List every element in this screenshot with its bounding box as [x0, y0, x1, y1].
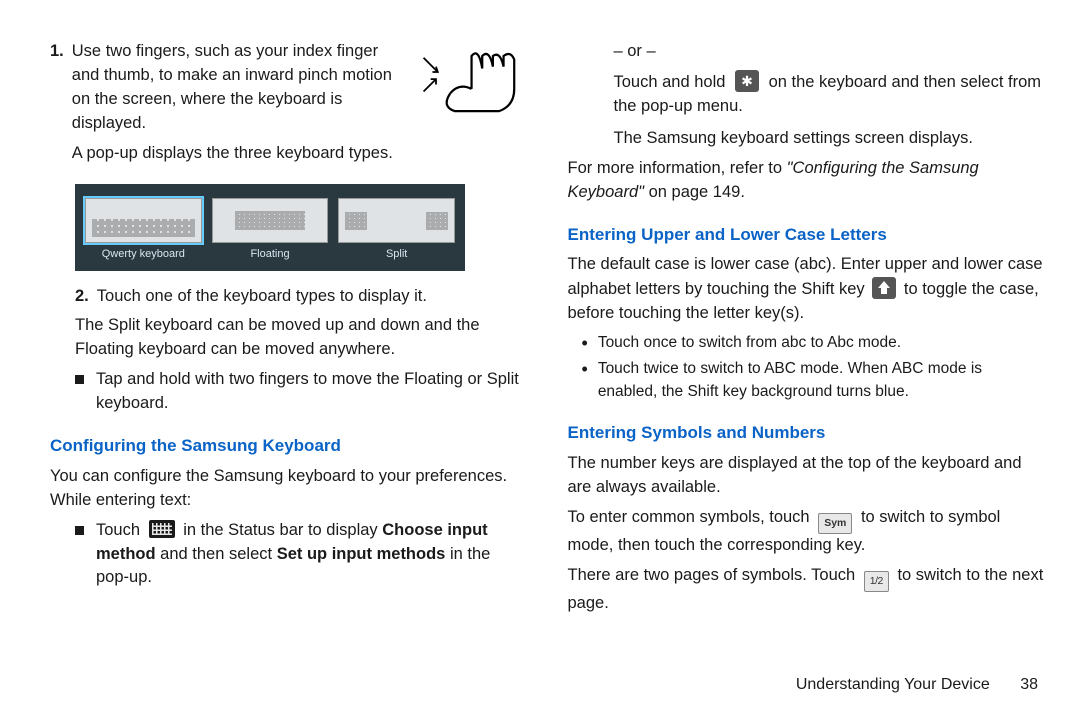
kb-option-floating: Floating — [212, 198, 329, 263]
page-footer: Understanding Your Device 38 — [796, 673, 1038, 696]
step-2-sub-bullet: Tap and hold with two fingers to move th… — [75, 368, 528, 416]
step-number: 2. — [75, 285, 89, 309]
sym-key-icon: Sym — [818, 513, 852, 534]
left-column: 1. Use two fingers, such as your — [50, 40, 528, 622]
shift-arrow-icon — [872, 277, 896, 299]
gear-icon — [735, 70, 759, 92]
square-bullet-icon — [75, 526, 84, 535]
case-bullet-2: Touch twice to switch to ABC mode. When … — [582, 358, 1046, 403]
config-option-statusbar: Touch in the Status bar to display Choos… — [75, 519, 528, 591]
case-bullet-1: Touch once to switch from abc to Abc mod… — [582, 332, 1046, 355]
configuring-intro: You can configure the Samsung keyboard t… — [50, 465, 528, 513]
kb-option-qwerty: Qwerty keyboard — [85, 198, 202, 263]
square-bullet-icon — [75, 375, 84, 384]
footer-section: Understanding Your Device — [796, 676, 990, 693]
or-divider: – or – — [614, 40, 1046, 64]
pinch-hand-illustration — [408, 40, 528, 128]
symbols-p1: The number keys are displayed at the top… — [568, 452, 1046, 500]
page-toggle-icon: 1/2 — [864, 571, 889, 592]
step-2: 2. Touch one of the keyboard types to di… — [75, 285, 528, 309]
step-number: 1. — [50, 40, 64, 166]
heading-symbols: Entering Symbols and Numbers — [568, 421, 1046, 446]
symbols-p2: To enter common symbols, touch Sym to sw… — [568, 506, 1046, 558]
step-1-followup: A pop-up displays the three keyboard typ… — [72, 142, 528, 166]
kb-option-split: Split — [338, 198, 455, 263]
case-paragraph: The default case is lower case (abc). En… — [568, 253, 1046, 326]
config-result: The Samsung keyboard settings screen dis… — [614, 127, 1046, 151]
keyboard-icon — [149, 520, 175, 538]
keyboard-types-screenshot: Qwerty keyboard Floating Split — [75, 184, 465, 271]
config-option-keyboard: Touch and hold on the keyboard and then … — [614, 70, 1046, 119]
heading-case: Entering Upper and Lower Case Letters — [568, 223, 1046, 248]
heading-configuring: Configuring the Samsung Keyboard — [50, 434, 528, 459]
step-1-text: Use two fingers, such as your index fing… — [72, 42, 392, 132]
right-column: – or – Touch and hold on the keyboard an… — [568, 40, 1046, 622]
more-info-xref: For more information, refer to "Configur… — [568, 157, 1046, 205]
footer-page-number: 38 — [1020, 676, 1038, 693]
step-2-text: Touch one of the keyboard types to displ… — [97, 285, 528, 309]
symbols-p3: There are two pages of symbols. Touch 1/… — [568, 564, 1046, 616]
step-1: 1. Use two fingers, such as your — [50, 40, 528, 166]
step-2-note: The Split keyboard can be moved up and d… — [75, 314, 528, 362]
